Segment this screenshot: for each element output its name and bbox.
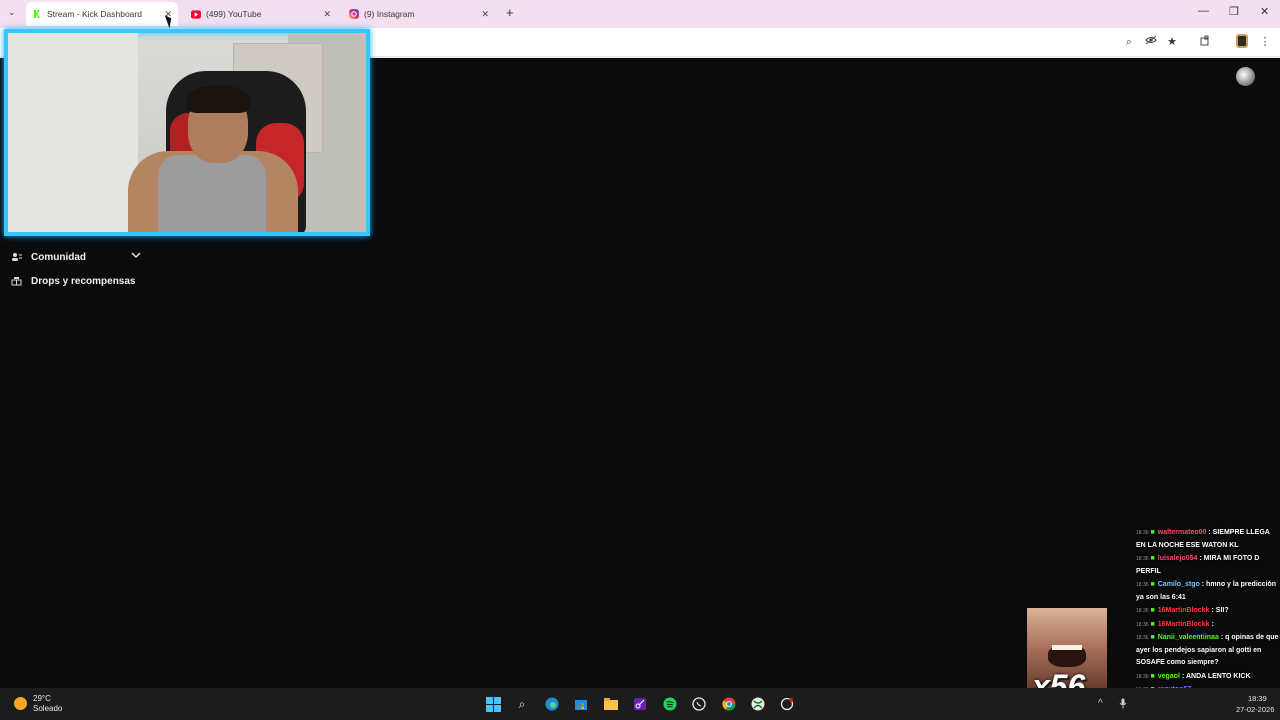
microphone-icon[interactable] [1119,698,1127,712]
sidebar-item-comunidad[interactable]: Comunidad [10,251,86,263]
weather-temperature[interactable]: 29°C [33,694,51,703]
chat-timestamp: 18:36 [1136,635,1149,641]
chat-message: 18:36 ■ waltermateo00: SIEMPRE LLEGA EN LA… [1136,527,1280,552]
chat-username[interactable]: luisalejo054 [1158,555,1198,562]
chat-username[interactable]: 16MartinBlockk [1158,621,1210,628]
chat-message: 18:36 ■ 16MartinBlockk: SII? [1136,605,1280,618]
close-tab-icon[interactable]: ✕ [323,9,331,20]
chat-text: : hmno y la predicción ya son las 6:41 [1136,581,1277,601]
kick-badge-icon: ■ [1150,620,1155,628]
emote-overlay [1052,645,1082,650]
youtube-icon [191,9,201,19]
chat-username[interactable]: Nanii_valeentiinaa [1158,634,1219,641]
taskbar-clock-date[interactable]: 27-02-2026 [1236,705,1274,714]
kick-badge-icon: ■ [1150,581,1155,588]
chat-timestamp: 18:36 [1136,608,1149,614]
tab-label: (9) Instagram [364,9,415,19]
chat-username[interactable]: waltermateo00 [1158,529,1207,536]
chevron-down-icon[interactable] [131,251,141,262]
app-icon[interactable] [779,696,795,712]
zoom-icon[interactable]: ⌕ [1122,35,1136,49]
tray-chevron-up-icon[interactable]: ^ [1098,698,1103,709]
chat-message: 18:36 ■ vegaol: ANDA LENTO KICK [1136,671,1280,684]
chrome-icon[interactable] [721,696,737,712]
search-icon[interactable]: ⌕ [514,696,530,712]
webcam-overlay [4,29,370,236]
chat-username[interactable]: Camilo_stgo [1158,581,1200,588]
address-bar[interactable] [372,32,1092,52]
chat-message: 18:36 ■ Nanii_valeentiinaa: q opinas de qu… [1136,632,1280,670]
store-icon[interactable] [573,696,589,712]
windows-start-icon[interactable] [485,696,501,712]
chat-timestamp: 18:36 [1136,556,1149,562]
snipping-tool-icon[interactable] [632,696,648,712]
chat-message: 18:36 ■ 16MartinBlockk: [1136,619,1280,632]
xbox-icon[interactable] [750,696,766,712]
kick-badge-icon: ■ [1150,529,1155,536]
tab-youtube[interactable]: (499) YouTube ✕ [185,2,337,26]
tab-search-chevron-icon[interactable]: ⌄ [8,7,16,18]
chat-timestamp: 18:36 [1136,582,1149,588]
tab-label: (499) YouTube [206,9,262,19]
bookmark-star-icon[interactable]: ★ [1165,35,1179,49]
streamer [158,155,266,232]
tab-label: Stream - Kick Dashboard [47,9,142,19]
profile-icon[interactable] [1236,34,1248,48]
file-explorer-icon[interactable] [603,696,619,712]
close-window-icon[interactable]: ✕ [1260,5,1269,18]
sidebar-item-drops[interactable]: Drops y recompensas [10,275,136,287]
chat-text: : [1211,620,1214,628]
extensions-icon[interactable] [1198,35,1212,49]
eye-off-icon[interactable] [1144,35,1158,49]
sun-icon[interactable] [14,697,27,710]
chat-timestamp: 18:36 [1136,621,1149,628]
tab-kick-dashboard[interactable]: Stream - Kick Dashboard ✕ [26,2,178,26]
kick-badge-icon: ■ [1150,634,1155,641]
tab-instagram[interactable]: (9) Instagram ✕ [343,2,495,26]
chat-username[interactable]: vegaol [1158,673,1180,680]
weather-description[interactable]: Soleado [33,704,62,713]
kick-badge-icon: ■ [1150,555,1155,562]
sidebar-item-label: Comunidad [31,251,86,263]
chat-text: : SII? [1211,607,1229,614]
instagram-icon [349,9,359,19]
chat-message: 18:36 ■ luisalejo054: MIRA MI FOTO D PERFI… [1136,553,1280,578]
spotify-icon[interactable] [662,696,678,712]
close-tab-icon[interactable]: ✕ [481,9,489,20]
chat-message: 18:36 ■ Camilo_stgo: hmno y la predicción … [1136,579,1280,604]
new-tab-button[interactable]: + [506,5,514,20]
minimize-icon[interactable]: — [1198,5,1209,17]
chat-timestamp: 18:36 [1136,673,1149,680]
kick-badge-icon: ■ [1150,607,1155,614]
taskbar-clock-time[interactable]: 18:39 [1248,694,1267,703]
kick-icon [32,9,42,19]
browser-tab-strip: ⌄ Stream - Kick Dashboard ✕ (499) YouTub… [0,0,1280,28]
chat-text: : ANDA LENTO KICK [1181,672,1251,680]
chat-timestamp: 18:36 [1136,530,1149,536]
streamer [186,85,250,113]
maximize-icon[interactable]: ❐ [1229,5,1239,18]
chat-username[interactable]: 16MartinBlockk [1158,607,1210,614]
menu-kebab-icon[interactable]: ⋮ [1258,35,1272,49]
kick-badge-icon: ■ [1150,672,1155,680]
webcam-background [8,33,138,232]
whatsapp-icon[interactable] [691,696,707,712]
sidebar-item-label: Drops y recompensas [31,275,136,287]
user-avatar[interactable] [1236,67,1255,86]
gift-icon [10,275,22,287]
edge-icon[interactable] [544,696,560,712]
community-icon [10,251,22,263]
